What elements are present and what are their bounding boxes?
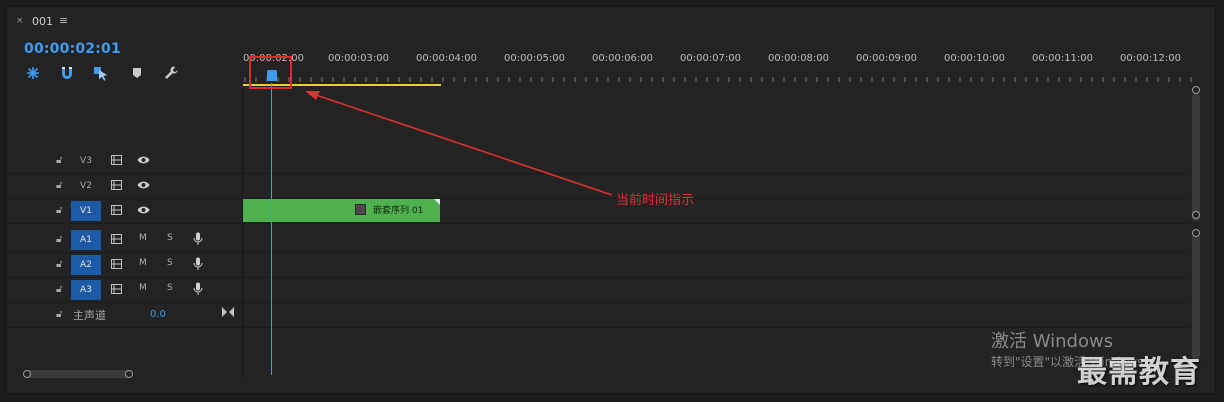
settings-wrench-icon[interactable]: [163, 65, 179, 81]
zoom-handle-left[interactable]: [23, 370, 31, 378]
clip-name: 嵌套序列 01: [373, 206, 424, 216]
zoom-handle-right[interactable]: [125, 370, 133, 378]
brand-watermark: 最需教育: [1077, 355, 1201, 390]
mute-button[interactable]: M: [139, 233, 147, 243]
nested-sequence-clip[interactable]: 嵌套序列 01: [243, 199, 440, 222]
mute-button[interactable]: M: [139, 283, 147, 293]
ruler-label: 00:00:07:00: [680, 53, 742, 64]
lock-icon[interactable]: 🔓︎: [56, 234, 62, 245]
scroll-handle-top[interactable]: [1192, 229, 1200, 237]
track-header: 🔓︎ A2 M S: [7, 253, 241, 278]
eye-icon[interactable]: [137, 180, 150, 190]
eye-icon[interactable]: [137, 205, 150, 215]
track-lane[interactable]: [243, 149, 1189, 174]
ruler-label: 00:00:12:00: [1120, 53, 1182, 64]
scroll-handle-top[interactable]: [1192, 86, 1200, 94]
microphone-icon[interactable]: [193, 257, 203, 271]
sync-lock-icon[interactable]: [111, 180, 122, 190]
sync-lock-icon[interactable]: [111, 205, 122, 215]
lock-icon[interactable]: 🔓︎: [56, 155, 62, 166]
solo-button[interactable]: S: [167, 258, 173, 268]
ruler-label: 00:00:06:00: [592, 53, 654, 64]
add-marker-icon[interactable]: [129, 65, 145, 81]
sync-lock-icon[interactable]: [111, 284, 122, 294]
ruler-label: 00:00:03:00: [328, 53, 390, 64]
scroll-handle-bottom[interactable]: [1192, 211, 1200, 219]
go-to-in-out-icon[interactable]: [222, 307, 234, 317]
master-volume-value[interactable]: 0.0: [150, 309, 166, 320]
track-name[interactable]: V1: [71, 201, 101, 221]
ruler-label: 00:00:04:00: [416, 53, 478, 64]
panel-menu-icon[interactable]: ≡: [59, 14, 68, 27]
track-name[interactable]: A1: [71, 230, 101, 250]
track-lane[interactable]: [243, 174, 1189, 199]
mute-button[interactable]: M: [139, 258, 147, 268]
ruler-label: 00:00:05:00: [504, 53, 566, 64]
track-header: 🔓︎ A3 M S: [7, 278, 241, 303]
lock-icon[interactable]: 🔓︎: [56, 309, 62, 320]
horizontal-zoom-scrollbar[interactable]: [25, 370, 133, 378]
annotation-label: 当前时间指示: [616, 193, 695, 208]
eye-icon[interactable]: [137, 155, 150, 165]
time-ruler[interactable]: 00:00:02:00 00:00:03:00 00:00:04:00 00:0…: [243, 47, 1193, 89]
track-v1: 🔓︎ V1: [7, 199, 1189, 224]
solo-button[interactable]: S: [167, 283, 173, 293]
track-lane[interactable]: [243, 278, 1189, 303]
snap-magnet-icon[interactable]: [59, 65, 75, 81]
playhead-line: [271, 83, 272, 375]
video-vertical-scrollbar[interactable]: [1192, 93, 1200, 221]
track-name[interactable]: A3: [71, 280, 101, 300]
track-name[interactable]: V2: [71, 176, 101, 196]
sequence-tab-name[interactable]: 001: [32, 15, 53, 28]
track-v2: 🔓︎ V2: [7, 174, 1189, 199]
sync-lock-icon[interactable]: [111, 234, 122, 244]
master-track-label: 主声道: [73, 309, 106, 322]
track-header: 🔓︎ V3: [7, 149, 241, 174]
track-header: 🔓︎ V2: [7, 174, 241, 199]
ruler-label: 00:00:08:00: [768, 53, 830, 64]
track-master: 🔓︎ 主声道 0.0: [7, 303, 1189, 328]
lock-icon[interactable]: 🔓︎: [56, 180, 62, 191]
ruler-label: 00:00:11:00: [1032, 53, 1094, 64]
track-lane[interactable]: [243, 303, 1189, 328]
panel-tab-bar: × 001 ≡: [7, 7, 1215, 33]
fx-badge-icon: [355, 204, 366, 215]
ruler-label: 00:00:10:00: [944, 53, 1006, 64]
track-a1: 🔓︎ A1 M S: [7, 228, 1189, 253]
close-tab-icon[interactable]: ×: [16, 16, 24, 26]
track-a2: 🔓︎ A2 M S: [7, 253, 1189, 278]
linked-selection-icon[interactable]: [93, 65, 109, 81]
microphone-icon[interactable]: [193, 232, 203, 246]
clip-corner: [434, 199, 440, 205]
track-name[interactable]: V3: [71, 151, 101, 171]
track-lane[interactable]: [243, 253, 1189, 278]
track-header: 🔓︎ V1: [7, 199, 241, 224]
track-lane[interactable]: [243, 228, 1189, 253]
track-a3: 🔓︎ A3 M S: [7, 278, 1189, 303]
lock-icon[interactable]: 🔓︎: [56, 259, 62, 270]
audio-vertical-scrollbar[interactable]: [1192, 234, 1200, 360]
track-v3: 🔓︎ V3: [7, 149, 1189, 174]
lock-icon[interactable]: 🔓︎: [56, 284, 62, 295]
ruler-label: 00:00:09:00: [856, 53, 918, 64]
timeline-panel: × 001 ≡ 00:00:02:01 00:00:02:00 00:00:03…: [6, 6, 1216, 394]
ruler-ticks: [244, 77, 1192, 82]
track-header: 🔓︎ 主声道 0.0: [7, 303, 241, 328]
playhead-timecode[interactable]: 00:00:02:01: [24, 41, 121, 57]
sync-lock-icon[interactable]: [111, 259, 122, 269]
track-name[interactable]: A2: [71, 255, 101, 275]
solo-button[interactable]: S: [167, 233, 173, 243]
sync-lock-icon[interactable]: [111, 155, 122, 165]
track-header: 🔓︎ A1 M S: [7, 228, 241, 253]
microphone-icon[interactable]: [193, 282, 203, 296]
nest-sequence-icon[interactable]: [25, 65, 41, 81]
lock-icon[interactable]: 🔓︎: [56, 205, 62, 216]
annotation-highlight-box: [249, 56, 292, 89]
